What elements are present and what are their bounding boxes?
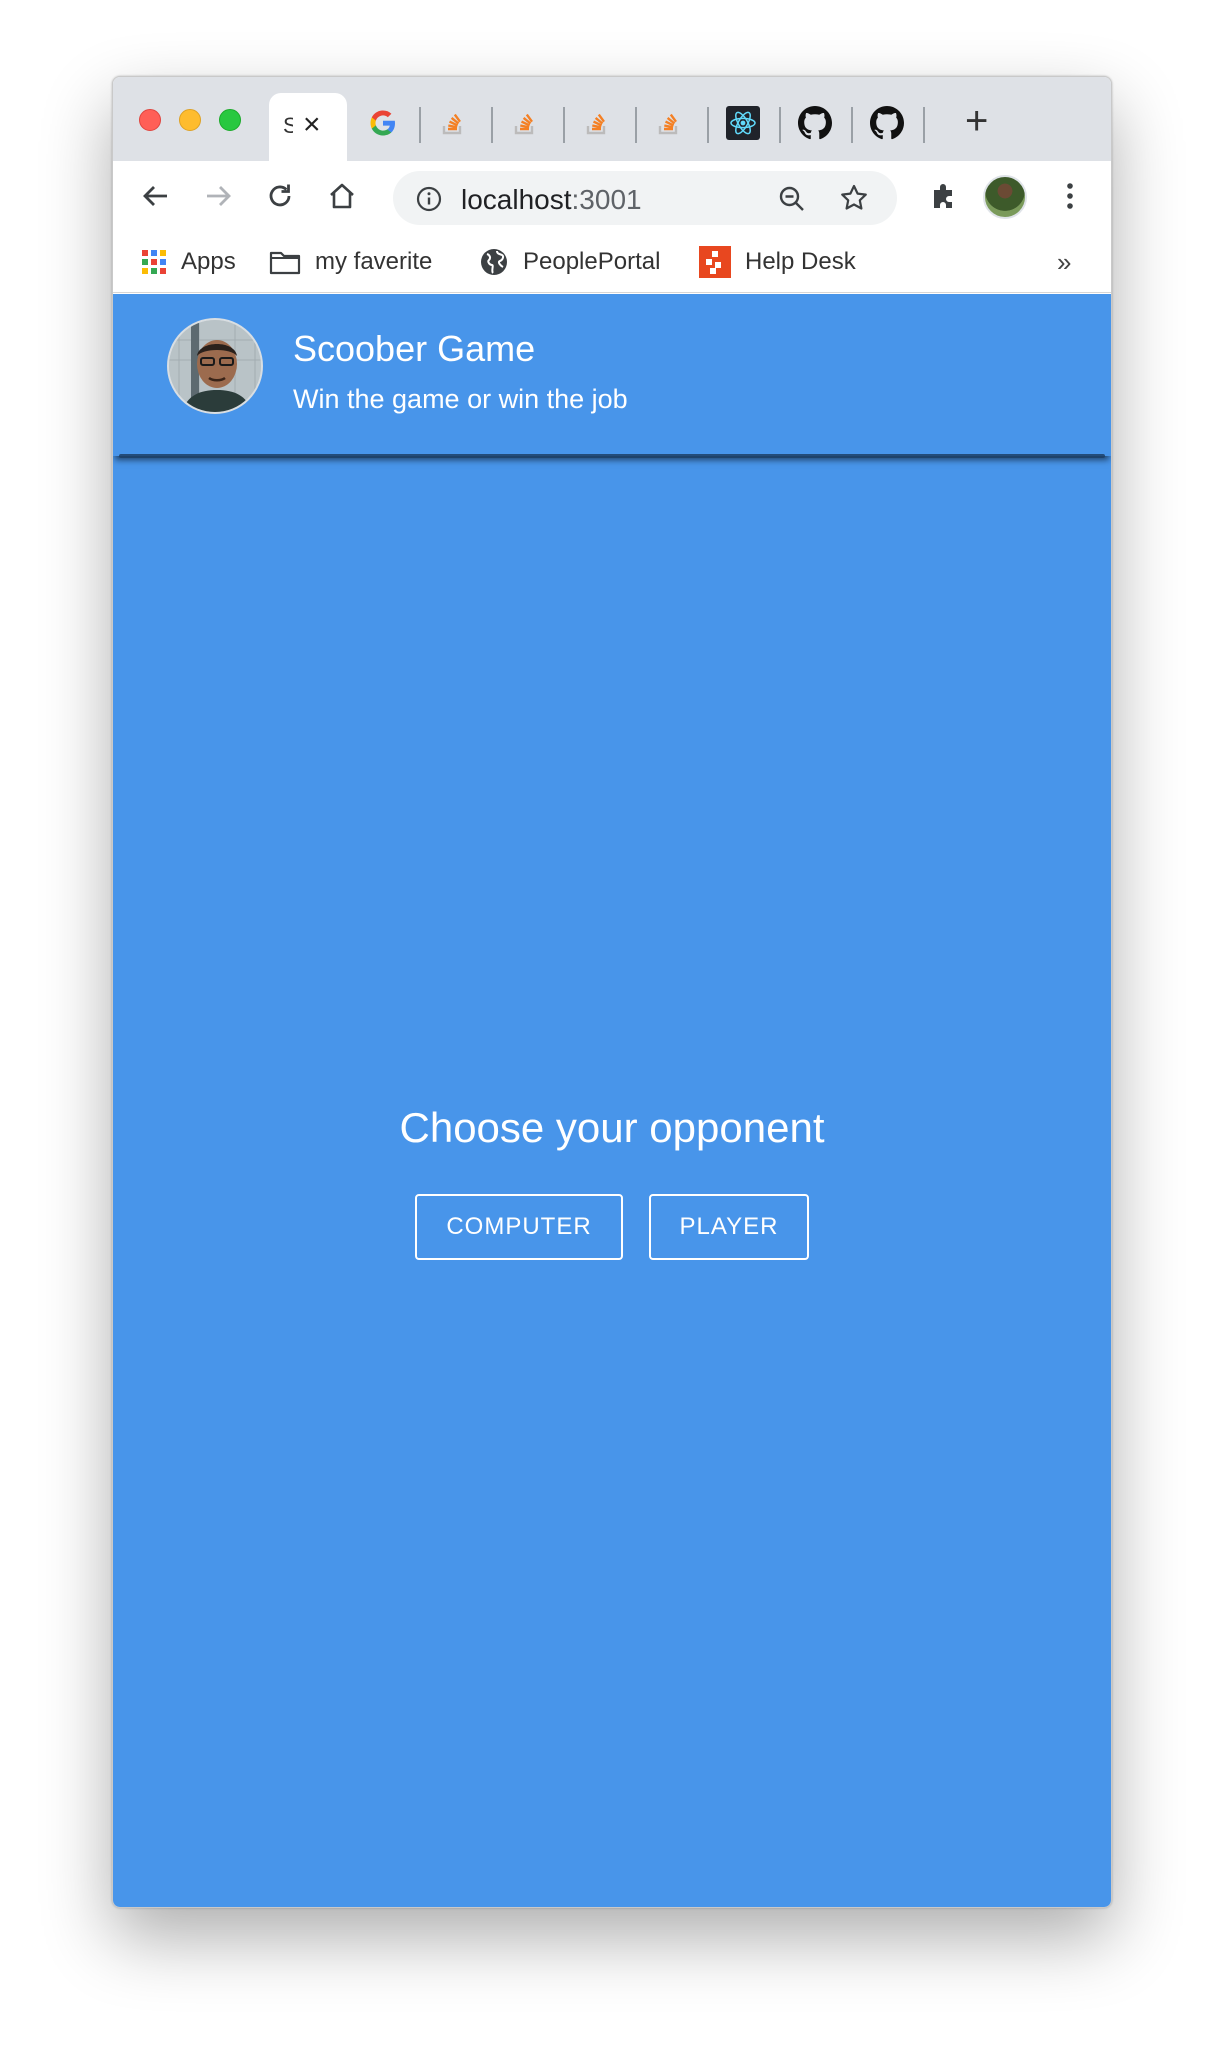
player-button[interactable]: PLAYER xyxy=(649,1194,809,1260)
tab-active[interactable]: S × xyxy=(269,93,347,161)
bookmark-label: my faverite xyxy=(315,248,433,275)
stackoverflow-icon xyxy=(658,113,678,135)
computer-button[interactable]: COMPUTER xyxy=(415,1194,623,1260)
apps-grid-icon xyxy=(142,250,166,274)
google-icon xyxy=(370,110,395,136)
arrow-right-icon xyxy=(207,186,231,206)
maximize-window-button[interactable] xyxy=(219,109,241,131)
tab-strip: S × xyxy=(113,77,1111,161)
bookmark-label: Apps xyxy=(181,248,236,275)
bookmark-my-faverite[interactable]: my faverite xyxy=(269,245,432,279)
reload-button[interactable] xyxy=(261,177,299,215)
star-icon[interactable] xyxy=(839,183,869,213)
address-bar[interactable]: localhost:3001 xyxy=(393,171,897,225)
tab-close-icon[interactable]: × xyxy=(303,107,321,143)
more-vert-icon xyxy=(1067,183,1073,209)
bookmark-label: Help Desk xyxy=(745,248,856,275)
page-content: Scoober Game Win the game or win the job… xyxy=(113,294,1111,1907)
react-icon xyxy=(726,106,760,140)
bookmark-apps[interactable]: Apps xyxy=(141,245,236,279)
close-window-button[interactable] xyxy=(139,109,161,131)
tab-stackoverflow-2[interactable] xyxy=(507,105,543,141)
app-header: Scoober Game Win the game or win the job xyxy=(113,294,1111,458)
tab-github-2[interactable] xyxy=(869,105,905,141)
tab-title: S xyxy=(283,113,293,139)
tab-stackoverflow-4[interactable] xyxy=(651,105,687,141)
tab-react[interactable] xyxy=(725,105,761,141)
home-button[interactable] xyxy=(323,177,361,215)
browser-menu-button[interactable] xyxy=(1051,177,1089,215)
bookmark-label: PeoplePortal xyxy=(523,248,661,275)
globe-icon xyxy=(481,249,507,275)
tab-google[interactable] xyxy=(365,105,401,141)
bookmark-peopleportal[interactable]: PeoplePortal xyxy=(479,245,660,279)
url-port: :3001 xyxy=(571,184,642,215)
choose-opponent-heading: Choose your opponent xyxy=(399,1104,825,1151)
new-tab-button[interactable]: + xyxy=(965,101,988,141)
bookmark-help-desk[interactable]: Help Desk xyxy=(699,245,856,279)
user-avatar xyxy=(167,318,263,414)
profile-avatar[interactable] xyxy=(983,175,1027,219)
github-icon xyxy=(798,106,832,140)
tab-stackoverflow-1[interactable] xyxy=(435,105,471,141)
zoom-out-icon[interactable] xyxy=(777,184,807,214)
browser-toolbar: localhost:3001 xyxy=(113,161,1111,231)
url-host: localhost xyxy=(461,184,572,215)
puzzle-icon xyxy=(934,184,952,208)
reload-icon xyxy=(269,184,291,207)
browser-window: S × xyxy=(112,76,1112,1908)
info-icon[interactable] xyxy=(415,185,443,213)
folder-icon xyxy=(269,251,301,275)
extensions-button[interactable] xyxy=(925,177,963,215)
arrow-left-icon xyxy=(143,186,167,206)
app-subtitle: Win the game or win the job xyxy=(293,384,628,414)
back-button[interactable] xyxy=(137,177,175,215)
url-text: localhost:3001 xyxy=(461,184,642,216)
bookmarks-bar: Apps my faverite PeoplePortal Help Desk … xyxy=(113,231,1111,293)
helpdesk-icon xyxy=(699,246,731,278)
app-title: Scoober Game xyxy=(293,328,536,369)
forward-button[interactable] xyxy=(199,177,237,215)
home-icon xyxy=(330,183,354,209)
stackoverflow-icon xyxy=(442,113,462,135)
minimize-window-button[interactable] xyxy=(179,109,201,131)
stackoverflow-icon xyxy=(514,113,534,135)
github-icon xyxy=(870,106,904,140)
bookmarks-overflow-button[interactable]: » xyxy=(1057,247,1071,278)
tab-stackoverflow-3[interactable] xyxy=(579,105,615,141)
tab-github-1[interactable] xyxy=(797,105,833,141)
stackoverflow-icon xyxy=(586,113,606,135)
